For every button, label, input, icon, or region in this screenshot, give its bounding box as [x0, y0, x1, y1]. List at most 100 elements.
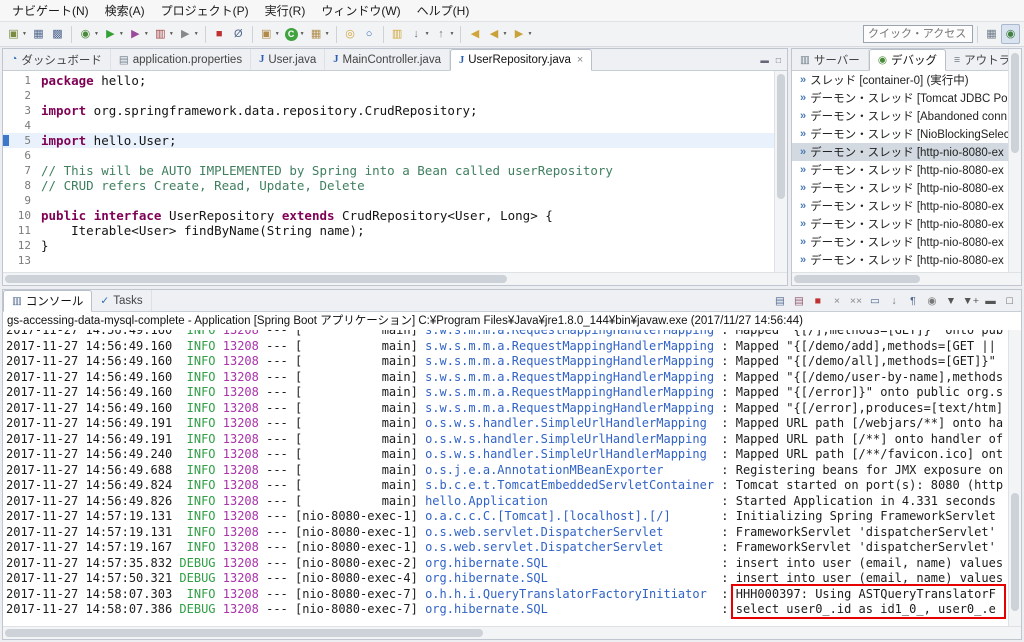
dropdown-arrow-icon[interactable]: ▼ [94, 31, 99, 37]
open-console-icon[interactable]: ▼+ [961, 292, 980, 310]
back-icon[interactable]: ◀▼ [484, 24, 509, 44]
debug-horizontal-scrollbar[interactable] [792, 272, 1021, 285]
editor-tab[interactable]: ▤application.properties [111, 49, 251, 70]
dropdown-arrow-icon[interactable]: ▼ [22, 31, 27, 37]
editor-tab[interactable]: JUser.java [251, 49, 325, 70]
view-tab-servers[interactable]: ▥サーバー [792, 49, 869, 70]
remove-all-launches-icon[interactable]: ×× [847, 292, 864, 310]
coverage-icon[interactable]: ▥▼ [151, 24, 176, 44]
clear-console-icon[interactable]: ▭ [866, 292, 883, 310]
new-java-class-icon[interactable]: C▼ [282, 24, 307, 44]
terminate-icon[interactable]: ■ [809, 292, 826, 310]
thread-row[interactable]: »デーモン・スレッド [http-nio-8080-ex [792, 197, 1008, 215]
console-log-area[interactable]: 2017-11-27 14:56:49.160 INFO 13208 --- [… [3, 330, 1021, 626]
debug-icon[interactable]: ◉▼ [76, 24, 101, 44]
code-editor[interactable]: 1package hello;23import org.springframew… [3, 71, 787, 272]
thread-row[interactable]: »デーモン・スレッド [http-nio-8080-ex [792, 215, 1008, 233]
minimize-icon[interactable]: ▬ [982, 292, 999, 310]
editor-vertical-scrollbar[interactable] [774, 71, 787, 272]
dropdown-arrow-icon[interactable]: ▼ [527, 31, 532, 37]
save-icon[interactable]: ▦ [29, 24, 48, 44]
open-type-icon[interactable]: ◎ [341, 24, 360, 44]
new-wizard-icon[interactable]: ▣▼ [4, 24, 29, 44]
previous-annotation-icon[interactable]: ↑▼ [432, 24, 457, 44]
dropdown-arrow-icon[interactable]: ▼ [502, 31, 507, 37]
word-wrap-icon[interactable]: ¶ [904, 292, 921, 310]
minimize-icon[interactable]: ▬ [758, 54, 771, 66]
display-selected-console-icon[interactable]: ▼ [942, 292, 959, 310]
line-number: 4 [9, 118, 31, 133]
thread-row[interactable]: »デーモン・スレッド [Tomcat JDBC Poo [792, 89, 1008, 107]
run-icon[interactable]: ▶▼ [101, 24, 126, 44]
thread-row[interactable]: »デーモン・スレッド [http-nio-8080-ex [792, 251, 1008, 269]
menu-item[interactable]: ヘルプ(H) [409, 0, 478, 22]
editor-tab[interactable]: JMainController.java [325, 49, 450, 70]
search-icon[interactable]: ○ [360, 24, 379, 44]
profile-icon[interactable]: ▶▼ [126, 24, 151, 44]
dropdown-arrow-icon[interactable]: ▼ [169, 31, 174, 37]
new-java-package-icon[interactable]: ▦▼ [307, 24, 332, 44]
tab-close-icon[interactable]: × [577, 54, 583, 66]
new-java-project-icon[interactable]: ▣▼ [257, 24, 282, 44]
menu-item[interactable]: 実行(R) [257, 0, 314, 22]
code-line: 9 [3, 193, 774, 208]
dropdown-arrow-icon[interactable]: ▼ [425, 31, 430, 37]
debug-vertical-scrollbar[interactable] [1008, 49, 1021, 272]
mark-occurrences-icon[interactable]: ▥ [388, 24, 407, 44]
show-stderr-console-icon[interactable]: ▤ [790, 292, 807, 310]
code-line: 6 [3, 148, 774, 163]
debug-thread-tree[interactable]: »スレッド [container-0] (実行中)»デーモン・スレッド [Tom… [792, 71, 1008, 272]
code-line: 5import hello.User; [3, 133, 774, 148]
thread-row[interactable]: »デーモン・スレッド [http-nio-8080-ex [792, 143, 1008, 161]
view-tab-Tasks[interactable]: ✓Tasks [92, 290, 151, 311]
forward-icon[interactable]: ▶▼ [509, 24, 534, 44]
dropdown-arrow-icon[interactable]: ▼ [144, 31, 149, 37]
menu-item[interactable]: プロジェクト(P) [153, 0, 257, 22]
thread-row[interactable]: »デーモン・スレッド [Abandoned conn [792, 107, 1008, 125]
menu-item[interactable]: ナビゲート(N) [4, 0, 97, 22]
thread-row[interactable]: »デーモン・スレッド [http-nio-8080-ex [792, 233, 1008, 251]
scroll-lock-icon[interactable]: ↓ [885, 292, 902, 310]
maximize-icon[interactable]: □ [774, 54, 783, 66]
debug-perspective-icon[interactable]: ◉ [1001, 24, 1020, 44]
stop-icon[interactable]: ■ [210, 24, 229, 44]
editor-tab[interactable]: JUserRepository.java× [450, 49, 592, 71]
console-horizontal-scrollbar[interactable] [3, 626, 1021, 639]
next-annotation-icon[interactable]: ↓▼ [407, 24, 432, 44]
open-perspective-icon[interactable]: ▦ [982, 24, 1001, 44]
thread-label: デーモン・スレッド [http-nio-8080-ex [810, 162, 1004, 178]
dropdown-arrow-icon[interactable]: ▼ [325, 31, 330, 37]
dropdown-arrow-icon[interactable]: ▼ [194, 31, 199, 37]
editor-tab[interactable]: ◔ダッシュボード [3, 49, 111, 70]
view-tab-コンソール[interactable]: ▥コンソール [3, 290, 92, 312]
menu-item[interactable]: ウィンドウ(W) [313, 0, 408, 22]
thread-row[interactable]: »デーモン・スレッド [NioBlockingSelec [792, 125, 1008, 143]
editor-area: ◔ダッシュボード▤application.propertiesJUser.jav… [2, 48, 788, 286]
show-stdout-console-icon[interactable]: ▤ [771, 292, 788, 310]
dropdown-arrow-icon[interactable]: ▼ [119, 31, 124, 37]
skip-breakpoints-icon[interactable]: Ø [229, 24, 248, 44]
last-edit-location-icon[interactable]: ◀ [465, 24, 484, 44]
menu-item[interactable]: 検索(A) [97, 0, 153, 22]
maximize-icon[interactable]: □ [1001, 292, 1018, 310]
view-tab-label: サーバー [814, 52, 860, 68]
remove-launch-icon[interactable]: × [828, 292, 845, 310]
editor-horizontal-scrollbar[interactable] [3, 272, 787, 285]
properties-file-icon: ▤ [119, 54, 129, 66]
dropdown-arrow-icon[interactable]: ▼ [300, 31, 305, 37]
pin-console-icon[interactable]: ◉ [923, 292, 940, 310]
thread-row[interactable]: »スレッド [container-0] (実行中) [792, 71, 1008, 89]
save-all-icon[interactable]: ▩ [48, 24, 67, 44]
dropdown-arrow-icon[interactable]: ▼ [275, 31, 280, 37]
thread-row[interactable]: »デーモン・スレッド [http-nio-8080-ex [792, 179, 1008, 197]
console-vertical-scrollbar[interactable] [1008, 330, 1021, 626]
thread-row[interactable]: »デーモン・スレッド [http-nio-8080-ex [792, 161, 1008, 179]
view-tab-label: デバッグ [891, 52, 937, 68]
quick-access-input[interactable] [863, 25, 973, 43]
view-tab-debug[interactable]: ◉デバッグ [869, 49, 946, 71]
view-tab-label: コンソール [26, 293, 84, 309]
code-line: 4 [3, 118, 774, 133]
dropdown-arrow-icon[interactable]: ▼ [450, 31, 455, 37]
external-tools-icon[interactable]: ▶▼ [176, 24, 201, 44]
profile-icon: ▶ [128, 27, 143, 42]
